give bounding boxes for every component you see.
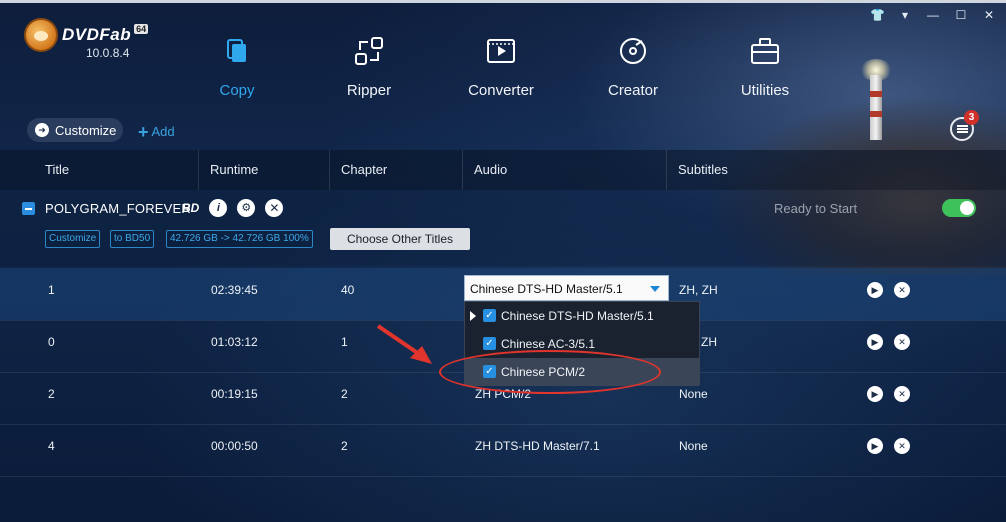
remove-icon[interactable]: ✕ bbox=[894, 438, 910, 454]
size-tag: 42.726 GB -> 42.726 GB 100% bbox=[166, 230, 313, 248]
remove-icon[interactable]: ✕ bbox=[894, 282, 910, 298]
module-label: Ripper bbox=[346, 82, 392, 99]
monkey-logo-icon bbox=[24, 18, 58, 52]
column-title[interactable]: Title bbox=[33, 150, 69, 190]
add-button[interactable]: + Add bbox=[138, 122, 175, 143]
cell-runtime: 01:03:12 bbox=[211, 335, 258, 349]
cell-title: 1 bbox=[48, 283, 55, 297]
module-label: Creator bbox=[607, 82, 659, 99]
audio-option[interactable]: ✓ Chinese DTS-HD Master/5.1 bbox=[465, 302, 699, 330]
audio-select[interactable]: Chinese DTS-HD Master/5.1 bbox=[464, 275, 669, 301]
module-ripper[interactable]: Ripper bbox=[314, 36, 424, 99]
play-icon[interactable]: ▶ bbox=[867, 438, 883, 454]
column-header: Title Runtime Chapter Audio Subtitles bbox=[0, 150, 1006, 190]
checkbox-checked-icon[interactable]: ✓ bbox=[483, 309, 496, 322]
converter-icon bbox=[487, 39, 515, 63]
list-icon bbox=[957, 125, 968, 133]
cell-title: 2 bbox=[48, 387, 55, 401]
plus-icon: + bbox=[138, 122, 149, 142]
app-version: 10.0.8.4 bbox=[86, 46, 130, 60]
cell-title: 0 bbox=[48, 335, 55, 349]
audio-select-value: Chinese DTS-HD Master/5.1 bbox=[470, 282, 623, 296]
ripper-icon bbox=[355, 37, 383, 65]
cell-chapter: 2 bbox=[341, 387, 348, 401]
add-label: Add bbox=[151, 124, 175, 139]
source-actions: BD i ⚙ ✕ bbox=[182, 199, 284, 217]
info-icon[interactable]: i bbox=[209, 199, 228, 217]
advanced-settings-icon[interactable]: ⚙ bbox=[237, 199, 256, 217]
close-window-icon[interactable]: ✕ bbox=[982, 8, 996, 22]
module-label: Utilities bbox=[740, 82, 790, 99]
arrow-right-icon: ➜ bbox=[35, 123, 49, 137]
brand-name: DVDFab bbox=[62, 25, 132, 44]
dvdfab-window: 👕 ▾ — ☐ ✕ DVDFab 64 10.0.8.4 Copy Ripper… bbox=[0, 0, 1006, 522]
cell-runtime: 02:39:45 bbox=[211, 283, 258, 297]
play-icon[interactable]: ▶ bbox=[867, 282, 883, 298]
play-icon[interactable]: ▶ bbox=[867, 334, 883, 350]
checkbox-checked-icon[interactable]: ✓ bbox=[483, 337, 496, 350]
choose-other-titles-button[interactable]: Choose Other Titles bbox=[330, 228, 470, 250]
module-label: Copy bbox=[219, 82, 255, 99]
customize-tag[interactable]: Customize bbox=[45, 230, 101, 248]
expand-arrow-icon bbox=[470, 311, 476, 321]
module-converter[interactable]: Converter bbox=[446, 36, 556, 99]
audio-option-label: Chinese AC-3/5.1 bbox=[501, 337, 596, 351]
column-subtitles[interactable]: Subtitles bbox=[666, 150, 728, 190]
module-label: Converter bbox=[468, 82, 534, 99]
enable-toggle[interactable] bbox=[942, 199, 976, 217]
audio-option-label: Chinese DTS-HD Master/5.1 bbox=[501, 309, 654, 323]
creator-icon bbox=[620, 38, 646, 64]
column-audio[interactable]: Audio bbox=[462, 150, 507, 190]
source-title: POLYGRAM_FOREVER bbox=[45, 201, 191, 216]
minimize-icon[interactable]: — bbox=[926, 8, 940, 22]
cell-chapter: 40 bbox=[341, 283, 355, 297]
cell-title: 4 bbox=[48, 439, 55, 453]
cell-subtitles[interactable]: ZH bbox=[701, 320, 717, 372]
remove-source-icon[interactable]: ✕ bbox=[265, 199, 284, 217]
customize-button[interactable]: ➜ Customize bbox=[27, 118, 123, 142]
module-creator[interactable]: Creator bbox=[578, 36, 688, 99]
utilities-icon bbox=[751, 38, 779, 64]
annotation-ellipse bbox=[439, 350, 661, 394]
remove-icon[interactable]: ✕ bbox=[894, 334, 910, 350]
module-copy[interactable]: Copy bbox=[182, 36, 292, 99]
annotation-arrow-icon bbox=[376, 324, 432, 364]
background-lighthouse bbox=[860, 55, 892, 140]
cell-subtitles[interactable]: None bbox=[679, 424, 708, 476]
menu-dropdown-icon[interactable]: ▾ bbox=[898, 8, 912, 22]
copy-icon bbox=[227, 39, 246, 62]
cell-runtime: 00:19:15 bbox=[211, 387, 258, 401]
cell-audio[interactable]: ZH DTS-HD Master/7.1 bbox=[475, 424, 600, 476]
module-nav: Copy Ripper Converter Creator Utilities bbox=[180, 36, 830, 106]
status-text: Ready to Start bbox=[774, 201, 858, 216]
module-utilities[interactable]: Utilities bbox=[710, 36, 820, 99]
task-count-badge: 3 bbox=[964, 110, 979, 125]
skin-icon[interactable]: 👕 bbox=[870, 8, 885, 22]
customize-label: Customize bbox=[55, 122, 117, 138]
bluray-icon: BD bbox=[182, 201, 200, 215]
chevron-down-icon[interactable] bbox=[650, 286, 660, 292]
column-chapter[interactable]: Chapter bbox=[329, 150, 387, 190]
cell-runtime: 00:00:50 bbox=[211, 439, 258, 453]
bits-badge: 64 bbox=[134, 24, 149, 34]
window-controls: 👕 ▾ — ☐ ✕ bbox=[870, 8, 996, 22]
top-strip bbox=[0, 0, 1006, 3]
collapse-checkbox[interactable] bbox=[22, 202, 35, 215]
cell-chapter: 2 bbox=[341, 439, 348, 453]
play-icon[interactable]: ▶ bbox=[867, 386, 883, 402]
output-target-tag[interactable]: to BD50 bbox=[110, 230, 155, 248]
cell-chapter: 1 bbox=[341, 335, 348, 349]
table-row[interactable]: 4 00:00:50 2 ZH DTS-HD Master/7.1 None ▶… bbox=[0, 424, 1006, 476]
maximize-icon[interactable]: ☐ bbox=[954, 8, 968, 22]
column-runtime[interactable]: Runtime bbox=[198, 150, 258, 190]
remove-icon[interactable]: ✕ bbox=[894, 386, 910, 402]
